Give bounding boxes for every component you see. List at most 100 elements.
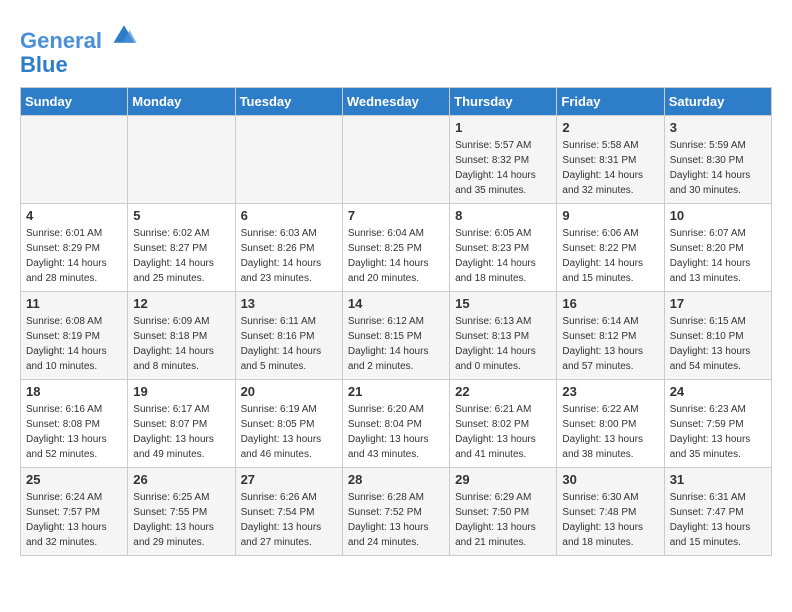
logo-text: General — [20, 20, 138, 53]
calendar-cell: 28 Sunrise: 6:28 AMSunset: 7:52 PMDayligh… — [342, 468, 449, 556]
calendar-cell: 25 Sunrise: 6:24 AMSunset: 7:57 PMDayligh… — [21, 468, 128, 556]
day-number: 15 — [455, 296, 551, 311]
day-number: 14 — [348, 296, 444, 311]
calendar-cell: 23 Sunrise: 6:22 AMSunset: 8:00 PMDayligh… — [557, 380, 664, 468]
calendar-cell: 11Sunrise: 6:08 AMSunset: 8:19 PMDayligh… — [21, 292, 128, 380]
calendar-cell: 14 Sunrise: 6:12 AMSunset: 8:15 PMDayligh… — [342, 292, 449, 380]
day-info: Sunrise: 6:24 AMSunset: 7:57 PMDaylight:… — [26, 490, 122, 550]
day-number: 23 — [562, 384, 658, 399]
day-info: Sunrise: 6:13 AMSunset: 8:13 PMDaylight:… — [455, 314, 551, 374]
calendar-week-0: 1Sunrise: 5:57 AMSunset: 8:32 PMDaylight… — [21, 116, 772, 204]
day-number: 5 — [133, 208, 229, 223]
col-header-friday: Friday — [557, 88, 664, 116]
calendar-cell: 27 Sunrise: 6:26 AMSunset: 7:54 PMDayligh… — [235, 468, 342, 556]
calendar-cell: 15 Sunrise: 6:13 AMSunset: 8:13 PMDayligh… — [450, 292, 557, 380]
calendar-cell: 17 Sunrise: 6:15 AMSunset: 8:10 PMDayligh… — [664, 292, 771, 380]
day-number: 10 — [670, 208, 766, 223]
day-number: 11 — [26, 296, 122, 311]
calendar-cell: 9Sunrise: 6:06 AMSunset: 8:22 PMDaylight… — [557, 204, 664, 292]
day-info: Sunrise: 6:03 AMSunset: 8:26 PMDaylight:… — [241, 226, 337, 286]
col-header-wednesday: Wednesday — [342, 88, 449, 116]
calendar-cell — [342, 116, 449, 204]
calendar-week-2: 11Sunrise: 6:08 AMSunset: 8:19 PMDayligh… — [21, 292, 772, 380]
page-header: General Blue — [20, 20, 772, 77]
day-number: 2 — [562, 120, 658, 135]
calendar-cell: 26 Sunrise: 6:25 AMSunset: 7:55 PMDayligh… — [128, 468, 235, 556]
calendar-cell: 5Sunrise: 6:02 AMSunset: 8:27 PMDaylight… — [128, 204, 235, 292]
calendar-cell: 22 Sunrise: 6:21 AMSunset: 8:02 PMDayligh… — [450, 380, 557, 468]
calendar-cell: 4 Sunrise: 6:01 AMSunset: 8:29 PMDaylight… — [21, 204, 128, 292]
day-info: Sunrise: 6:26 AMSunset: 7:54 PMDaylight:… — [241, 490, 337, 550]
calendar-cell: 12Sunrise: 6:09 AMSunset: 8:18 PMDayligh… — [128, 292, 235, 380]
calendar-table: SundayMondayTuesdayWednesdayThursdayFrid… — [20, 87, 772, 556]
day-info: Sunrise: 6:16 AMSunset: 8:08 PMDaylight:… — [26, 402, 122, 462]
day-number: 17 — [670, 296, 766, 311]
day-number: 18 — [26, 384, 122, 399]
day-info: Sunrise: 6:04 AMSunset: 8:25 PMDaylight:… — [348, 226, 444, 286]
day-info: Sunrise: 6:05 AMSunset: 8:23 PMDaylight:… — [455, 226, 551, 286]
day-info: Sunrise: 6:07 AMSunset: 8:20 PMDaylight:… — [670, 226, 766, 286]
day-number: 30 — [562, 472, 658, 487]
calendar-cell: 30 Sunrise: 6:30 AMSunset: 7:48 PMDayligh… — [557, 468, 664, 556]
day-info: Sunrise: 5:59 AMSunset: 8:30 PMDaylight:… — [670, 138, 766, 198]
day-info: Sunrise: 6:30 AMSunset: 7:48 PMDaylight:… — [562, 490, 658, 550]
calendar-cell: 7Sunrise: 6:04 AMSunset: 8:25 PMDaylight… — [342, 204, 449, 292]
logo-blue-text: Blue — [20, 53, 138, 77]
logo-icon — [110, 20, 138, 48]
day-info: Sunrise: 6:21 AMSunset: 8:02 PMDaylight:… — [455, 402, 551, 462]
day-info: Sunrise: 6:20 AMSunset: 8:04 PMDaylight:… — [348, 402, 444, 462]
calendar-cell: 29 Sunrise: 6:29 AMSunset: 7:50 PMDayligh… — [450, 468, 557, 556]
calendar-cell: 13Sunrise: 6:11 AMSunset: 8:16 PMDayligh… — [235, 292, 342, 380]
day-info: Sunrise: 6:25 AMSunset: 7:55 PMDaylight:… — [133, 490, 229, 550]
day-number: 8 — [455, 208, 551, 223]
calendar-week-1: 4 Sunrise: 6:01 AMSunset: 8:29 PMDaylight… — [21, 204, 772, 292]
calendar-week-4: 25 Sunrise: 6:24 AMSunset: 7:57 PMDayligh… — [21, 468, 772, 556]
day-info: Sunrise: 6:14 AMSunset: 8:12 PMDaylight:… — [562, 314, 658, 374]
calendar-cell: 31 Sunrise: 6:31 AMSunset: 7:47 PMDayligh… — [664, 468, 771, 556]
day-info: Sunrise: 6:11 AMSunset: 8:16 PMDaylight:… — [241, 314, 337, 374]
day-number: 16 — [562, 296, 658, 311]
day-info: Sunrise: 6:28 AMSunset: 7:52 PMDaylight:… — [348, 490, 444, 550]
day-number: 20 — [241, 384, 337, 399]
day-info: Sunrise: 6:19 AMSunset: 8:05 PMDaylight:… — [241, 402, 337, 462]
day-number: 29 — [455, 472, 551, 487]
day-info: Sunrise: 5:57 AMSunset: 8:32 PMDaylight:… — [455, 138, 551, 198]
day-info: Sunrise: 6:29 AMSunset: 7:50 PMDaylight:… — [455, 490, 551, 550]
col-header-monday: Monday — [128, 88, 235, 116]
day-info: Sunrise: 6:12 AMSunset: 8:15 PMDaylight:… — [348, 314, 444, 374]
day-number: 3 — [670, 120, 766, 135]
calendar-cell — [21, 116, 128, 204]
day-info: Sunrise: 6:01 AMSunset: 8:29 PMDaylight:… — [26, 226, 122, 286]
logo: General Blue — [20, 20, 138, 77]
day-number: 26 — [133, 472, 229, 487]
day-number: 25 — [26, 472, 122, 487]
col-header-thursday: Thursday — [450, 88, 557, 116]
day-info: Sunrise: 6:06 AMSunset: 8:22 PMDaylight:… — [562, 226, 658, 286]
calendar-cell: 20 Sunrise: 6:19 AMSunset: 8:05 PMDayligh… — [235, 380, 342, 468]
day-info: Sunrise: 6:23 AMSunset: 7:59 PMDaylight:… — [670, 402, 766, 462]
day-info: Sunrise: 6:15 AMSunset: 8:10 PMDaylight:… — [670, 314, 766, 374]
col-header-saturday: Saturday — [664, 88, 771, 116]
calendar-cell — [128, 116, 235, 204]
calendar-cell: 6 Sunrise: 6:03 AMSunset: 8:26 PMDaylight… — [235, 204, 342, 292]
day-number: 31 — [670, 472, 766, 487]
calendar-cell: 24Sunrise: 6:23 AMSunset: 7:59 PMDayligh… — [664, 380, 771, 468]
day-info: Sunrise: 5:58 AMSunset: 8:31 PMDaylight:… — [562, 138, 658, 198]
day-info: Sunrise: 6:17 AMSunset: 8:07 PMDaylight:… — [133, 402, 229, 462]
day-number: 21 — [348, 384, 444, 399]
col-header-tuesday: Tuesday — [235, 88, 342, 116]
day-info: Sunrise: 6:22 AMSunset: 8:00 PMDaylight:… — [562, 402, 658, 462]
calendar-cell — [235, 116, 342, 204]
day-number: 22 — [455, 384, 551, 399]
calendar-cell: 19Sunrise: 6:17 AMSunset: 8:07 PMDayligh… — [128, 380, 235, 468]
calendar-header-row: SundayMondayTuesdayWednesdayThursdayFrid… — [21, 88, 772, 116]
calendar-cell: 2 Sunrise: 5:58 AMSunset: 8:31 PMDaylight… — [557, 116, 664, 204]
day-info: Sunrise: 6:31 AMSunset: 7:47 PMDaylight:… — [670, 490, 766, 550]
calendar-cell: 10 Sunrise: 6:07 AMSunset: 8:20 PMDayligh… — [664, 204, 771, 292]
day-number: 28 — [348, 472, 444, 487]
day-number: 4 — [26, 208, 122, 223]
calendar-cell: 8 Sunrise: 6:05 AMSunset: 8:23 PMDaylight… — [450, 204, 557, 292]
day-number: 12 — [133, 296, 229, 311]
day-number: 6 — [241, 208, 337, 223]
day-number: 27 — [241, 472, 337, 487]
